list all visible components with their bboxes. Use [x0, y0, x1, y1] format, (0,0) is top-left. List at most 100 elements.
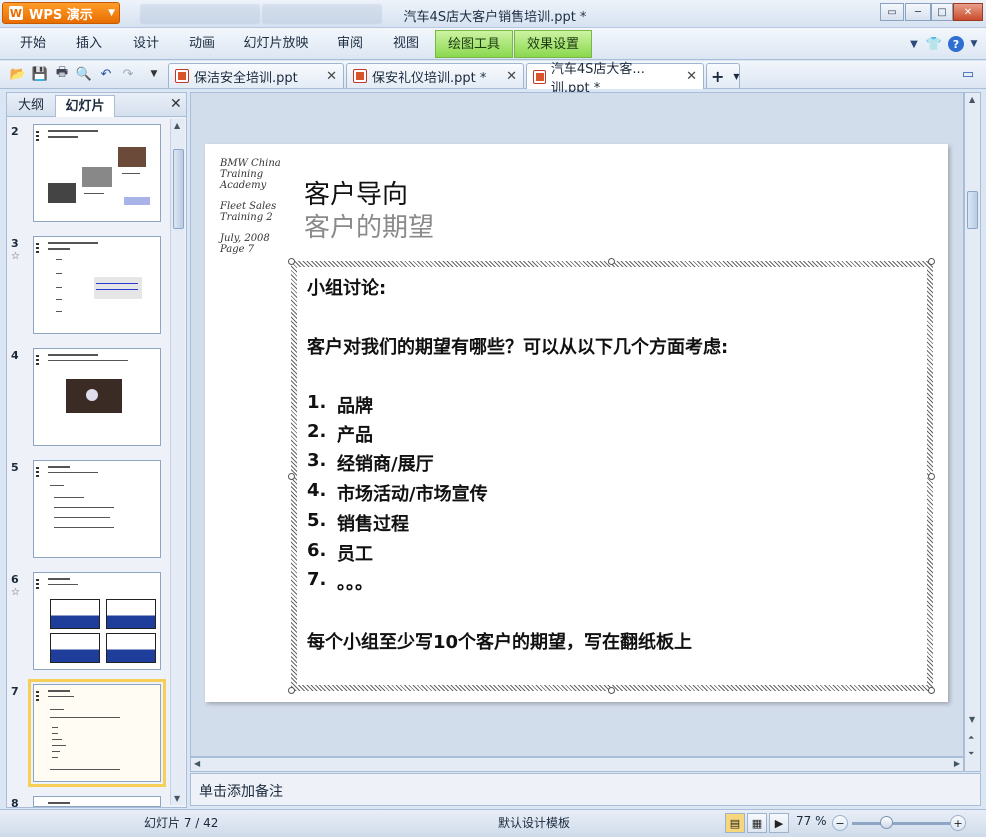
- side-text: Training 2: [220, 212, 273, 223]
- menu-drawing-tools[interactable]: 绘图工具: [435, 30, 513, 58]
- close-tab-icon[interactable]: ✕: [326, 69, 337, 84]
- resize-handle[interactable]: [928, 473, 935, 480]
- doc-tab-active[interactable]: 汽车4S店大客...训.ppt * ✕: [526, 62, 704, 96]
- notes-pane[interactable]: 单击添加备注: [190, 773, 981, 806]
- window-title: 汽车4S店大客户销售培训.ppt *: [403, 10, 587, 25]
- thumbnail-scrollbar[interactable]: ▲ ▼: [170, 119, 185, 805]
- print-preview-icon[interactable]: 🔍: [76, 66, 92, 82]
- slide-thumbnail[interactable]: [33, 572, 161, 670]
- animation-star-icon: ☆: [11, 587, 20, 598]
- list-number: 5.: [307, 510, 327, 531]
- list-number: 7.: [307, 569, 327, 590]
- undo-icon[interactable]: ↶: [98, 66, 114, 82]
- scroll-down-icon[interactable]: ▼: [174, 794, 180, 803]
- menu-animation[interactable]: 动画: [179, 28, 225, 60]
- question-text: 客户对我们的期望有哪些？可以从以下几个方面考虑:: [307, 337, 729, 358]
- title-bar: W WPS 演示 ▼ 汽车4S店大客户销售培训.ppt * ▭ ─ □ ✕: [0, 0, 986, 28]
- chevron-down-icon[interactable]: ▼: [966, 36, 982, 52]
- close-button[interactable]: ✕: [953, 3, 983, 21]
- slide-subtitle[interactable]: 客户的期望: [304, 207, 434, 244]
- slide-thumbnail[interactable]: [33, 796, 161, 807]
- menu-view[interactable]: 视图: [383, 28, 429, 60]
- quick-toolbar: 📂 💾 🖶 🔍 ↶ ↷ ▼ 保洁安全培训.ppt ✕ 保安礼仪培训.ppt * …: [0, 61, 986, 96]
- print-icon[interactable]: 🖶: [54, 65, 70, 82]
- resize-handle[interactable]: [608, 258, 615, 265]
- zoom-level: 77 %: [796, 814, 827, 828]
- slide-thumbnail-selected[interactable]: [28, 679, 166, 787]
- slide[interactable]: BMW China Training Academy Fleet Sales T…: [205, 144, 948, 702]
- footer-instruction: 每个小组至少写10个客户的期望，写在翻纸板上: [307, 632, 693, 653]
- skin-shirt-icon[interactable]: 👕: [926, 36, 942, 52]
- slide-number: 5: [11, 461, 19, 474]
- menu-design[interactable]: 设计: [123, 28, 169, 60]
- wps-app-menu-button[interactable]: W WPS 演示 ▼: [2, 2, 120, 24]
- close-tab-icon[interactable]: ✕: [686, 69, 697, 84]
- list-item: 经销商/展厅: [337, 454, 434, 475]
- slide-number: 7: [11, 685, 19, 698]
- content-textbox-selected[interactable]: 小组讨论: 客户对我们的期望有哪些？可以从以下几个方面考虑: 1. 品牌 2. …: [291, 261, 933, 691]
- resize-handle[interactable]: [928, 258, 935, 265]
- app-name: WPS 演示: [29, 7, 93, 23]
- resize-handle[interactable]: [288, 687, 295, 694]
- scroll-down-icon[interactable]: ▼: [969, 715, 975, 724]
- next-slide-icon[interactable]: ⏷: [968, 749, 974, 759]
- maximize-button[interactable]: □: [931, 3, 953, 21]
- slide-thumbnail[interactable]: [33, 460, 161, 558]
- resize-handle[interactable]: [288, 473, 295, 480]
- animation-star-icon: ☆: [11, 251, 20, 262]
- ppt-file-icon: [533, 69, 546, 84]
- doc-tab-security[interactable]: 保安礼仪培训.ppt * ✕: [346, 63, 524, 88]
- slide-thumbnail[interactable]: [33, 124, 161, 222]
- menu-slideshow[interactable]: 幻灯片放映: [236, 28, 316, 60]
- close-tab-icon[interactable]: ✕: [506, 69, 517, 84]
- tab-slides[interactable]: 幻灯片: [55, 95, 115, 117]
- scroll-up-icon[interactable]: ▲: [969, 95, 975, 104]
- zoom-slider-knob[interactable]: [880, 816, 893, 829]
- menu-home[interactable]: 开始: [10, 28, 56, 60]
- scroll-thumb[interactable]: [173, 149, 184, 229]
- doc-tab-cleaning[interactable]: 保洁安全培训.ppt ✕: [168, 63, 344, 88]
- slide-number: 4: [11, 349, 19, 362]
- slide-thumbnail[interactable]: [33, 236, 161, 334]
- previous-slide-icon[interactable]: ⏶: [968, 733, 974, 743]
- chevron-down-icon[interactable]: ▼: [906, 36, 922, 52]
- scroll-right-icon[interactable]: ▶: [954, 759, 960, 768]
- scroll-thumb[interactable]: [967, 191, 978, 229]
- discussion-label: 小组讨论:: [307, 278, 387, 299]
- scroll-up-icon[interactable]: ▲: [174, 121, 180, 130]
- resize-handle[interactable]: [928, 687, 935, 694]
- minimize-button[interactable]: ─: [905, 3, 931, 21]
- customize-dropdown-icon[interactable]: ▼: [146, 66, 162, 82]
- close-panel-icon[interactable]: ✕: [170, 96, 182, 112]
- open-folder-icon[interactable]: 📂: [10, 66, 26, 82]
- vertical-scrollbar[interactable]: ▲ ▼ ⏶ ⏷: [964, 92, 981, 772]
- scroll-left-icon[interactable]: ◀: [194, 759, 200, 768]
- list-number: 2.: [307, 421, 327, 442]
- save-icon[interactable]: 💾: [32, 66, 48, 82]
- wps-logo-icon: W: [9, 6, 23, 20]
- list-number: 1.: [307, 392, 327, 413]
- resize-handle[interactable]: [608, 687, 615, 694]
- menu-effect-settings[interactable]: 效果设置: [514, 30, 592, 58]
- slide-sorter-button[interactable]: ▦: [747, 813, 767, 833]
- resize-handle[interactable]: [288, 258, 295, 265]
- tab-outline[interactable]: 大纲: [9, 95, 53, 117]
- slide-thumbnail[interactable]: [33, 348, 161, 446]
- slide-title[interactable]: 客户导向: [304, 174, 408, 211]
- restore-small-button[interactable]: ▭: [880, 3, 904, 21]
- horizontal-scrollbar[interactable]: ◀ ▶: [190, 757, 964, 772]
- list-item: 品牌: [337, 396, 373, 417]
- redo-icon[interactable]: ↷: [120, 66, 136, 82]
- list-item: 市场活动/市场宣传: [337, 484, 488, 505]
- zoom-slider[interactable]: [852, 822, 950, 825]
- side-text: Fleet Sales: [220, 201, 277, 212]
- window-layout-icon[interactable]: ▭: [960, 66, 976, 82]
- normal-view-button[interactable]: ▤: [725, 813, 745, 833]
- slideshow-button[interactable]: ▶: [769, 813, 789, 833]
- zoom-in-button[interactable]: +: [950, 815, 966, 831]
- zoom-out-button[interactable]: −: [832, 815, 848, 831]
- help-icon[interactable]: ?: [948, 36, 964, 52]
- menu-insert[interactable]: 插入: [66, 28, 112, 60]
- menu-review[interactable]: 审阅: [327, 28, 373, 60]
- new-tab-button[interactable]: + ▼: [706, 63, 740, 88]
